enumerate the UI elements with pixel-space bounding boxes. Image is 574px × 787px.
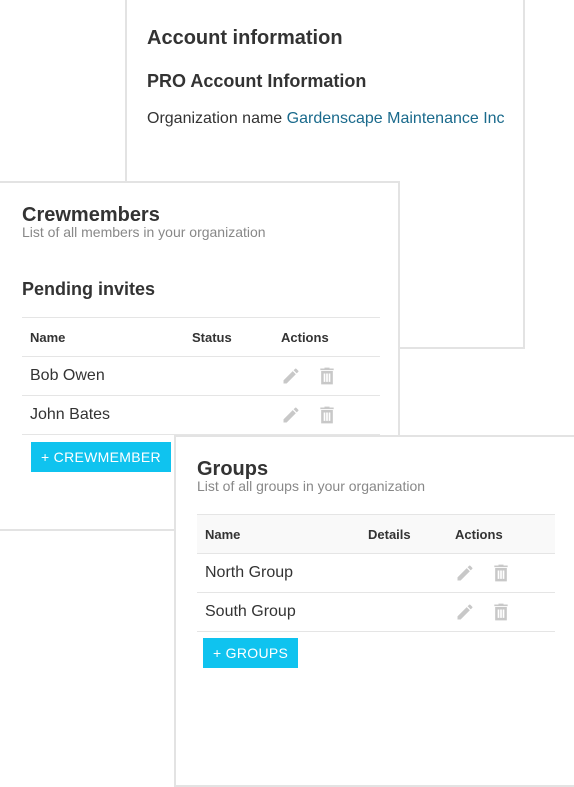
account-title: Account information [147, 27, 343, 49]
column-header-actions: Actions [273, 317, 380, 357]
organization-name-link[interactable]: Gardenscape Maintenance Inc [287, 110, 505, 127]
table-row: North Group [197, 553, 555, 593]
add-group-button[interactable]: + GROUPS [203, 638, 299, 668]
member-actions [273, 395, 380, 435]
trash-icon[interactable] [317, 365, 337, 387]
pending-invites-title: Pending invites [22, 279, 156, 299]
column-header-name: Name [197, 514, 360, 554]
trash-icon[interactable] [491, 562, 511, 584]
table-header-row: Name Status Actions [22, 317, 380, 357]
pending-invites-table: Name Status Actions Bob Owen John Bates [22, 317, 380, 435]
table-row: Bob Owen [22, 356, 380, 396]
group-actions [447, 592, 555, 632]
groups-card: Groups List of all groups in your organi… [174, 435, 574, 787]
column-header-name: Name [22, 317, 184, 357]
member-name: John Bates [22, 395, 184, 435]
pencil-icon[interactable] [455, 601, 475, 623]
table-header-row: Name Details Actions [197, 514, 555, 554]
organization-label: Organization name [147, 110, 283, 127]
pencil-icon[interactable] [455, 562, 475, 584]
group-name: North Group [197, 553, 360, 593]
organization-row: Organization name Gardenscape Maintenanc… [147, 109, 505, 129]
groups-table: Name Details Actions North Group South G… [197, 514, 555, 632]
table-row: John Bates [22, 395, 380, 435]
crewmembers-subtitle: List of all members in your organization [22, 224, 266, 240]
table-row: South Group [197, 592, 555, 632]
trash-icon[interactable] [491, 601, 511, 623]
column-header-details: Details [360, 514, 447, 554]
column-header-actions: Actions [447, 514, 555, 554]
pro-account-title: PRO Account Information [147, 71, 367, 91]
group-details [360, 553, 447, 593]
groups-subtitle: List of all groups in your organization [197, 478, 426, 494]
pencil-icon[interactable] [281, 404, 301, 426]
group-actions [447, 553, 555, 593]
add-crewmember-button[interactable]: + CREWMEMBER [31, 442, 171, 472]
member-actions [273, 356, 380, 396]
trash-icon[interactable] [317, 404, 337, 426]
column-header-status: Status [184, 317, 273, 357]
pencil-icon[interactable] [281, 365, 301, 387]
group-details [360, 592, 447, 632]
member-status [184, 395, 273, 435]
group-name: South Group [197, 592, 360, 632]
member-status [184, 356, 273, 396]
member-name: Bob Owen [22, 356, 184, 396]
